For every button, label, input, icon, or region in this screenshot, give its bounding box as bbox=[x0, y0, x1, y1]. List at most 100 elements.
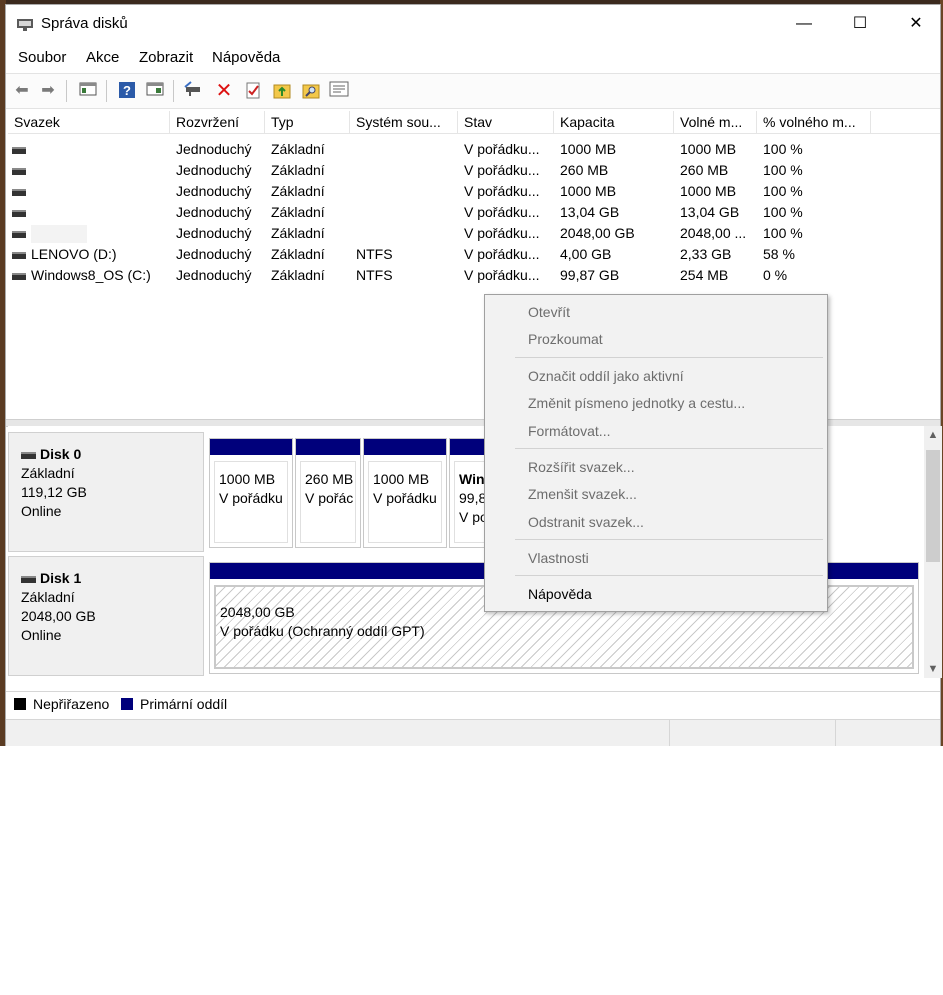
table-row[interactable]: Jednoduchý Základní V pořádku... 1000 MB 100… bbox=[8, 139, 940, 160]
column-volne-misto[interactable]: Volné m... bbox=[674, 111, 757, 133]
maximize-button[interactable]: ☐ bbox=[837, 5, 883, 43]
table-row[interactable]: Jednoduchý Základní V pořádku... 1000 MB 100… bbox=[8, 181, 940, 202]
menu-item-formatovat[interactable]: Formátovat... bbox=[485, 418, 827, 444]
cell-capacity: 260 MB bbox=[560, 162, 609, 178]
column-stav[interactable]: Stav bbox=[458, 111, 554, 133]
table-row[interactable]: Jednoduchý Základní V pořádku... 13,04 GB 13… bbox=[8, 202, 940, 223]
column-typ[interactable]: Typ bbox=[265, 111, 350, 133]
menu-napoveda[interactable]: Nápověda bbox=[212, 49, 280, 66]
cell-type: Základní bbox=[271, 225, 325, 241]
partition-size: 1000 MB bbox=[373, 471, 430, 487]
primary-partition-bar bbox=[364, 439, 446, 455]
cell-volume: Windows8_OS (C:) bbox=[12, 265, 151, 286]
cell-pct: 100 % bbox=[763, 141, 803, 157]
column-procento-volneho[interactable]: % volného m... bbox=[757, 111, 871, 133]
hard-disk-icon bbox=[21, 575, 36, 583]
table-row[interactable]: LENOVO (D:) Jednoduchý Základní NTFS V pořád… bbox=[8, 244, 940, 265]
cell-volume bbox=[12, 160, 31, 181]
menu-akce[interactable]: Akce bbox=[86, 49, 119, 66]
cell-layout: Jednoduchý bbox=[176, 183, 252, 199]
menu-zobrazit[interactable]: Zobrazit bbox=[139, 49, 193, 66]
disk-0-state: Online bbox=[21, 503, 62, 519]
menu-item-odstranit[interactable]: Odstranit svazek... bbox=[485, 509, 827, 535]
vertical-scrollbar[interactable]: ▲ ▼ bbox=[924, 426, 942, 678]
search-folder-icon[interactable] bbox=[301, 81, 321, 101]
disk-0-type: Základní bbox=[21, 465, 75, 481]
menu-item-otevrit[interactable]: Otevřít bbox=[485, 299, 827, 325]
drive-icon bbox=[12, 209, 26, 217]
menu-item-zmensit[interactable]: Zmenšit svazek... bbox=[485, 481, 827, 507]
disk-0-partition-3[interactable]: 1000 MB V pořádku bbox=[363, 438, 447, 548]
cell-capacity: 1000 MB bbox=[560, 183, 617, 199]
cell-free: 1000 MB bbox=[680, 183, 737, 199]
table-row[interactable]: Windows8_OS (C:) Jednoduchý Základní NTFS V … bbox=[8, 265, 940, 286]
cell-capacity: 2048,00 GB bbox=[560, 225, 635, 241]
title-bar[interactable]: Správa disků — ☐ ✕ bbox=[6, 5, 940, 43]
cell-fs: NTFS bbox=[356, 246, 393, 262]
delete-icon[interactable]: ✕ bbox=[214, 81, 234, 101]
cell-status: V pořádku... bbox=[464, 183, 540, 199]
partition-size: 1000 MB bbox=[219, 471, 276, 487]
legend-primary-partition: Primární oddíl bbox=[140, 696, 228, 712]
menu-separator bbox=[515, 357, 823, 358]
menu-item-prozkoumat[interactable]: Prozkoumat bbox=[485, 326, 827, 352]
connect-drive-icon[interactable] bbox=[183, 81, 203, 101]
cell-type: Základní bbox=[271, 183, 325, 199]
primary-partition-swatch bbox=[121, 698, 133, 710]
menu-item-vlastnosti[interactable]: Vlastnosti bbox=[485, 545, 827, 571]
label-placeholder bbox=[31, 225, 87, 244]
close-button[interactable]: ✕ bbox=[893, 5, 939, 43]
status-separator bbox=[669, 720, 670, 746]
drive-icon bbox=[12, 230, 26, 238]
toolbar-separator bbox=[106, 80, 107, 102]
cell-volume bbox=[12, 202, 31, 223]
check-icon[interactable] bbox=[243, 81, 263, 101]
cell-type: Základní bbox=[271, 141, 325, 157]
disk-0-info[interactable]: Disk 0 Základní 119,12 GB Online bbox=[8, 432, 204, 552]
disk-0-partition-2[interactable]: 260 MB V pořác bbox=[295, 438, 361, 548]
disk-0-partition-1[interactable]: 1000 MB V pořádku bbox=[209, 438, 293, 548]
properties-icon[interactable] bbox=[145, 81, 165, 101]
legend: Nepřiřazeno Primární oddíl bbox=[6, 691, 940, 716]
column-svazek[interactable]: Svazek bbox=[8, 111, 170, 133]
scroll-down-icon[interactable]: ▼ bbox=[924, 660, 942, 678]
cell-capacity: 99,87 GB bbox=[560, 267, 620, 283]
table-row[interactable]: Jednoduchý Základní V pořádku... 260 MB 260 … bbox=[8, 160, 940, 181]
menu-item-oznacit-aktivni[interactable]: Označit oddíl jako aktivní bbox=[485, 363, 827, 389]
column-system-souboru[interactable]: Systém sou... bbox=[350, 111, 458, 133]
back-arrow-icon[interactable]: ⬅ bbox=[12, 81, 32, 101]
primary-partition-bar bbox=[210, 439, 292, 455]
cell-layout: Jednoduchý bbox=[176, 204, 252, 220]
cell-free: 260 MB bbox=[680, 162, 729, 178]
minimize-button[interactable]: — bbox=[781, 5, 827, 43]
cell-capacity: 1000 MB bbox=[560, 141, 617, 157]
show-hide-console-icon[interactable] bbox=[78, 81, 98, 101]
primary-partition-bar bbox=[296, 439, 360, 455]
scrollbar-thumb[interactable] bbox=[926, 450, 940, 562]
drive-icon bbox=[12, 272, 26, 280]
column-rozvrzeni[interactable]: Rozvržení bbox=[170, 111, 265, 133]
cell-volume bbox=[12, 223, 87, 244]
menu-item-napoveda[interactable]: Nápověda bbox=[485, 581, 827, 607]
menu-soubor[interactable]: Soubor bbox=[18, 49, 66, 66]
menu-bar: Soubor Akce Zobrazit Nápověda bbox=[6, 45, 940, 69]
disk-1-info[interactable]: Disk 1 Základní 2048,00 GB Online bbox=[8, 556, 204, 676]
toolbar-separator bbox=[173, 80, 174, 102]
menu-item-zmenit-pismeno[interactable]: Změnit písmeno jednotky a cestu... bbox=[485, 390, 827, 416]
cell-capacity: 13,04 GB bbox=[560, 204, 620, 220]
list-icon[interactable] bbox=[329, 81, 349, 101]
hard-disk-icon bbox=[21, 451, 36, 459]
help-icon[interactable]: ? bbox=[117, 81, 137, 101]
menu-separator bbox=[515, 448, 823, 449]
scroll-up-icon[interactable]: ▲ bbox=[924, 426, 942, 444]
menu-separator bbox=[515, 575, 823, 576]
cell-free: 2,33 GB bbox=[680, 246, 732, 262]
disk-1-name: Disk 1 bbox=[40, 570, 82, 586]
forward-arrow-icon[interactable]: ➡ bbox=[38, 81, 58, 101]
cell-volume bbox=[12, 181, 31, 202]
column-kapacita[interactable]: Kapacita bbox=[554, 111, 674, 133]
table-row[interactable]: Jednoduchý Základní V pořádku... 2048,00 GB… bbox=[8, 223, 940, 244]
disk-management-icon bbox=[17, 19, 33, 31]
menu-item-rozsirit[interactable]: Rozšířit svazek... bbox=[485, 454, 827, 480]
up-folder-icon[interactable] bbox=[272, 81, 292, 101]
